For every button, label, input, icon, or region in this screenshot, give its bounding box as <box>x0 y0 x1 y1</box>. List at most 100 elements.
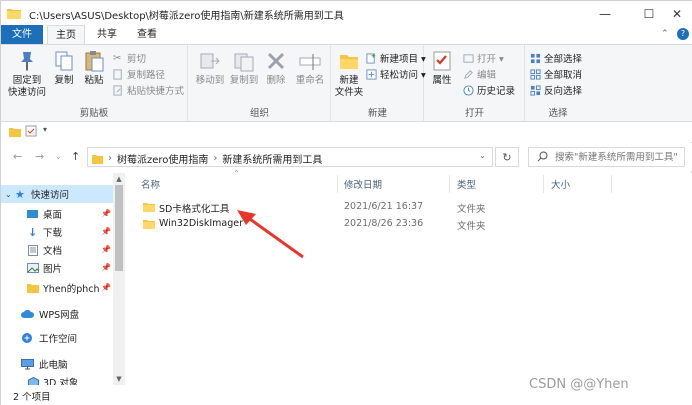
cloud-icon <box>21 309 34 318</box>
clipboard-group-label: 剪贴板 <box>79 108 109 119</box>
new-folder-button[interactable]: 新建 文件夹 <box>334 49 364 99</box>
pin-quick-access-button[interactable]: 固定到 快速访问 <box>7 49 47 99</box>
search-box[interactable] <box>528 147 685 167</box>
column-size-header[interactable]: 大小 <box>551 177 570 191</box>
nav-item-label: 图片 <box>43 264 63 275</box>
quick-access-toolbar: ▾ <box>1 122 692 142</box>
explorer-window: C:\Users\ASUS\Desktop\树莓派zero使用指南\新建系统所需… <box>0 0 692 405</box>
copy-to-button[interactable]: 复制到 <box>227 49 261 87</box>
close-button[interactable]: ✕ <box>661 1 692 27</box>
ribbon: 固定到 快速访问 复制 粘贴 ✂ 剪切 复制路径 粘贴快捷方式 剪贴板 移动到 … <box>1 44 692 122</box>
select-group-label: 选择 <box>548 108 568 119</box>
cube-icon <box>28 376 39 385</box>
select-none-button[interactable]: 全部取消 <box>530 67 582 81</box>
nav-scrollbar[interactable]: ▲ ▼ <box>113 173 125 385</box>
history-label: 历史记录 <box>477 86 516 97</box>
recent-chevron-icon[interactable]: ⌄ <box>55 152 62 161</box>
nav-item-label: 桌面 <box>43 210 63 221</box>
open-group-label: 打开 <box>464 108 484 119</box>
cut-button[interactable]: ✂ 剪切 <box>113 51 146 66</box>
select-none-label: 全部取消 <box>544 70 583 81</box>
scrollbar-thumb[interactable] <box>115 185 123 271</box>
delete-x-icon <box>267 52 285 70</box>
breadcrumb-separator-icon: › <box>108 153 112 164</box>
open-button[interactable]: 打开 ▾ <box>463 51 504 65</box>
nav-item-documents[interactable]: 文档 📌 <box>1 241 113 259</box>
group-new: 新建 文件夹 新建项目 ▾ 轻松访问 ▾ 新建 <box>332 45 426 121</box>
address-dropdown-icon[interactable]: ⌄ <box>479 151 486 160</box>
nav-item-label: 文档 <box>43 246 63 257</box>
navigation-pane: ⌄ ★ 快速访问 桌面 📌 ↓ 下载 📌 文档 📌 图片 📌 Yhen的phch <box>1 173 125 385</box>
minimize-button[interactable]: — <box>583 1 627 27</box>
nav-item-workspace[interactable]: 工作空间 <box>1 329 113 347</box>
qat-dropdown-icon[interactable]: ▾ <box>43 125 47 134</box>
refresh-icon: ↻ <box>502 150 512 164</box>
table-row[interactable]: SD卡格式化工具 2021/6/21 16:37 文件夹 <box>137 199 557 216</box>
tab-home[interactable]: 主页 <box>47 25 85 45</box>
column-divider[interactable] <box>543 175 544 193</box>
copy-path-button[interactable]: 复制路径 <box>113 67 165 81</box>
nav-item-3d-objects[interactable]: 3D 对象 <box>1 373 113 385</box>
scroll-down-icon[interactable]: ▼ <box>113 373 125 385</box>
rename-icon <box>299 54 321 70</box>
nav-item-this-pc[interactable]: 此电脑 <box>1 355 113 373</box>
delete-label: 删除 <box>266 75 286 86</box>
nav-item-downloads[interactable]: ↓ 下载 📌 <box>1 223 113 241</box>
properties-button[interactable]: 属性 <box>429 49 455 87</box>
column-divider[interactable] <box>337 175 338 193</box>
easy-access-button[interactable]: 轻松访问 ▾ <box>366 67 426 81</box>
scroll-up-icon[interactable]: ▲ <box>113 173 125 185</box>
select-all-button[interactable]: 全部选择 <box>530 51 582 65</box>
table-row[interactable]: Win32DiskImager 2021/8/26 23:36 文件夹 <box>137 216 557 233</box>
invert-selection-button[interactable]: 反向选择 <box>530 83 582 97</box>
group-open: 属性 打开 ▾ 编辑 历史记录 打开 <box>425 45 525 121</box>
qat-properties-icon[interactable] <box>25 125 37 137</box>
tab-view[interactable]: 查看 <box>129 25 165 45</box>
tab-share[interactable]: 共享 <box>89 25 125 45</box>
nav-item-desktop[interactable]: 桌面 📌 <box>1 205 113 223</box>
nav-item-wps-cloud[interactable]: WPS网盘 <box>1 305 113 323</box>
back-arrow-icon[interactable]: ← <box>13 150 22 163</box>
new-item-button[interactable]: 新建项目 ▾ <box>366 51 426 65</box>
paste-shortcut-label: 粘贴快捷方式 <box>127 86 185 97</box>
easy-access-label: 轻松访问 ▾ <box>380 70 426 81</box>
paste-label: 粘贴 <box>84 75 104 86</box>
forward-arrow-icon[interactable]: → <box>35 150 44 163</box>
delete-button[interactable]: 删除 <box>263 49 289 87</box>
column-type-header[interactable]: 类型 <box>457 177 476 191</box>
edit-button[interactable]: 编辑 <box>463 67 496 81</box>
column-divider[interactable] <box>449 175 450 193</box>
expand-chevron-icon[interactable]: ⌄ <box>5 190 12 199</box>
up-arrow-icon[interactable]: ↑ <box>71 150 80 163</box>
qat-folder-icon[interactable] <box>9 126 21 137</box>
refresh-button[interactable]: ↻ <box>495 147 519 167</box>
rename-button[interactable]: 重命名 <box>291 49 329 87</box>
history-button[interactable]: 历史记录 <box>463 83 515 97</box>
chevron-up-icon[interactable]: ⌃ <box>661 29 669 39</box>
tab-file[interactable]: 文件 <box>1 25 43 45</box>
nav-item-yhen-folder[interactable]: Yhen的phch 📌 <box>1 279 113 297</box>
help-icon[interactable]: ? <box>677 28 689 40</box>
invert-selection-icon <box>530 84 541 96</box>
pin-label: 固定到 快速访问 <box>7 75 46 98</box>
paste-shortcut-button[interactable]: 粘贴快捷方式 <box>113 83 184 97</box>
picture-icon <box>27 263 39 273</box>
column-date-header[interactable]: 修改日期 <box>344 177 382 191</box>
new-folder-icon <box>340 55 358 69</box>
address-box[interactable]: › 树莓派zero使用指南 › 新建系统所需用到工具 ⌄ <box>87 147 493 167</box>
move-to-button[interactable]: 移动到 <box>193 49 227 87</box>
copy-path-icon <box>113 68 122 80</box>
nav-item-pictures[interactable]: 图片 📌 <box>1 259 113 277</box>
select-all-icon <box>530 53 541 63</box>
file-date: 2021/6/21 16:37 <box>344 201 424 212</box>
nav-item-label: 此电脑 <box>39 360 68 371</box>
copy-button[interactable]: 复制 <box>49 49 79 87</box>
column-divider[interactable] <box>611 175 612 193</box>
search-input[interactable] <box>555 150 683 164</box>
breadcrumb-item[interactable]: 树莓派zero使用指南 <box>117 151 208 166</box>
nav-item-quick-access[interactable]: ⌄ ★ 快速访问 <box>1 185 113 203</box>
pin-icon: 📌 <box>101 227 111 236</box>
column-name-header[interactable]: 名称 <box>141 177 160 191</box>
paste-button[interactable]: 粘贴 <box>79 49 109 87</box>
breadcrumb-item[interactable]: 新建系统所需用到工具 <box>222 151 322 166</box>
